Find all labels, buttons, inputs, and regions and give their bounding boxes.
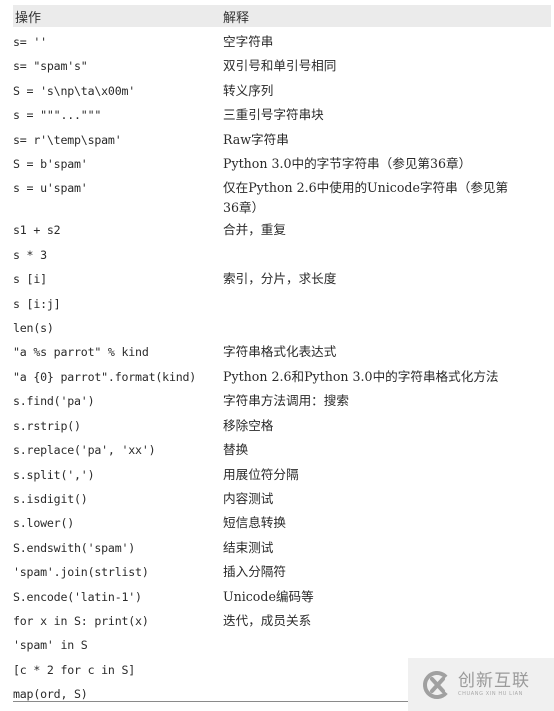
- explanation-cell: 双引号和单引号相同: [223, 58, 337, 74]
- string-operations-table: 操作 解释 s= '' 空字符串 s= "spam's" 双引号和单引号相同 S = '…: [13, 5, 551, 707]
- table-row: s= r'\temp\spam' Raw字符串: [13, 128, 551, 152]
- table-row: s [i:j]: [13, 292, 551, 316]
- operation-cell: len(s): [13, 321, 54, 336]
- explanation-cell: 插入分隔符: [223, 564, 286, 580]
- watermark: 创新互联 CHUANG XIN HU LIAN: [408, 658, 554, 711]
- table-row: S = b'spam' Python 3.0中的字节字符串（参见第36章）: [13, 152, 551, 176]
- table-row: s.rstrip() 移除空格: [13, 414, 551, 438]
- table-row: s.replace('pa', 'xx') 替换: [13, 438, 551, 462]
- table-row: 'spam' in S: [13, 633, 551, 657]
- operation-cell: s = """...""": [13, 108, 102, 123]
- operation-cell: s * 3: [13, 247, 47, 262]
- operation-cell: s.rstrip(): [13, 418, 81, 433]
- operation-cell: "a {0} parrot".format(kind): [13, 369, 197, 384]
- table-row: 'spam'.join(strlist) 插入分隔符: [13, 560, 551, 584]
- explanation-cell: 用展位符分隔: [223, 466, 299, 482]
- table-header: 操作 解释: [13, 5, 551, 27]
- table-row: S.encode('latin-1') Unicode编码等: [13, 585, 551, 609]
- explanation-cell: 仅在Python 2.6中使用的Unicode字符串（参见第36章）: [223, 180, 509, 216]
- table-row: len(s): [13, 316, 551, 340]
- operation-cell: for x in S: print(x): [13, 613, 149, 628]
- table-row: s.lower() 短信息转换: [13, 511, 551, 535]
- table-row: s1 + s2 合并，重复: [13, 218, 551, 242]
- explanation-cell: Unicode编码等: [223, 588, 314, 604]
- operation-cell: S.encode('latin-1'): [13, 589, 142, 604]
- explanation-cell: 结束测试: [223, 539, 274, 555]
- table-row: s= "spam's" 双引号和单引号相同: [13, 54, 551, 78]
- explanation-cell: 合并，重复: [223, 222, 286, 238]
- operation-cell: [c * 2 for c in S]: [13, 662, 136, 677]
- explanation-cell: 短信息转换: [223, 515, 286, 531]
- operation-cell: map(ord, S): [13, 687, 88, 702]
- operation-cell: s [i:j]: [13, 296, 61, 311]
- operation-cell: S = 's\np\ta\x00m': [13, 83, 136, 98]
- operation-cell: s= r'\temp\spam': [13, 132, 122, 147]
- table-body: s= '' 空字符串 s= "spam's" 双引号和单引号相同 S = 's\np\t…: [13, 30, 551, 707]
- operation-cell: 'spam'.join(strlist): [13, 565, 149, 580]
- explanation-cell: 迭代，成员关系: [223, 612, 312, 628]
- explanation-cell: 三重引号字符串块: [223, 107, 324, 123]
- table-row: s * 3: [13, 243, 551, 267]
- explanation-cell: 替换: [223, 442, 249, 458]
- explanation-cell: 字符串格式化表达式: [223, 344, 337, 360]
- chuangxin-logo-icon: [423, 670, 451, 699]
- explanation-cell: 移除空格: [223, 417, 274, 433]
- table-row: S.endswith('spam') 结束测试: [13, 536, 551, 560]
- operation-cell: 'spam' in S: [13, 638, 88, 653]
- operation-cell: S.endswith('spam'): [13, 540, 136, 555]
- table-row: "a %s parrot" % kind 字符串格式化表达式: [13, 340, 551, 364]
- table-row: S = 's\np\ta\x00m' 转义序列: [13, 79, 551, 103]
- operation-cell: s.lower(): [13, 516, 75, 531]
- watermark-name-cn: 创新互联: [458, 671, 530, 691]
- operation-cell: s1 + s2: [13, 223, 61, 238]
- operation-cell: s= '': [13, 35, 47, 49]
- table-bottom-rule: [13, 701, 409, 702]
- explanation-cell: Raw字符串: [223, 131, 289, 147]
- explanation-cell: 字符串方法调用：搜索: [223, 393, 349, 409]
- table-row: s.find('pa') 字符串方法调用：搜索: [13, 389, 551, 413]
- explanation-cell: 转义序列: [223, 82, 274, 98]
- operation-cell: s= "spam's": [13, 59, 88, 74]
- table-row: s.isdigit() 内容测试: [13, 487, 551, 511]
- explanation-cell: 内容测试: [223, 490, 274, 506]
- operation-cell: s.isdigit(): [13, 491, 88, 506]
- operation-cell: s [i]: [13, 272, 47, 287]
- operation-cell: s.find('pa'): [13, 394, 95, 409]
- table-row: s = """...""" 三重引号字符串块: [13, 103, 551, 127]
- header-explanation: 解释: [223, 10, 250, 26]
- header-operation: 操作: [15, 10, 42, 26]
- operation-cell: s.replace('pa', 'xx'): [13, 443, 156, 458]
- table-row: s= '' 空字符串: [13, 30, 551, 54]
- table-row: for x in S: print(x) 迭代，成员关系: [13, 609, 551, 633]
- explanation-cell: Python 2.6和Python 3.0中的字符串格式化方法: [223, 368, 499, 384]
- explanation-cell: 空字符串: [223, 34, 274, 49]
- table-row: s [i] 索引，分片，求长度: [13, 267, 551, 291]
- table-row: s = u'spam' 仅在Python 2.6中使用的Unicode字符串（参见…: [13, 176, 551, 218]
- watermark-name-en: CHUANG XIN HU LIAN: [458, 691, 523, 697]
- explanation-cell: 索引，分片，求长度: [223, 271, 337, 287]
- operation-cell: "a %s parrot" % kind: [13, 345, 149, 360]
- operation-cell: s.split(','): [13, 467, 95, 482]
- operation-cell: s = u'spam': [13, 181, 88, 196]
- operation-cell: S = b'spam': [13, 157, 88, 172]
- explanation-cell: Python 3.0中的字节字符串（参见第36章）: [223, 156, 472, 172]
- table-row: "a {0} parrot".format(kind) Python 2.6和Py…: [13, 365, 551, 389]
- table-row: s.split(',') 用展位符分隔: [13, 463, 551, 487]
